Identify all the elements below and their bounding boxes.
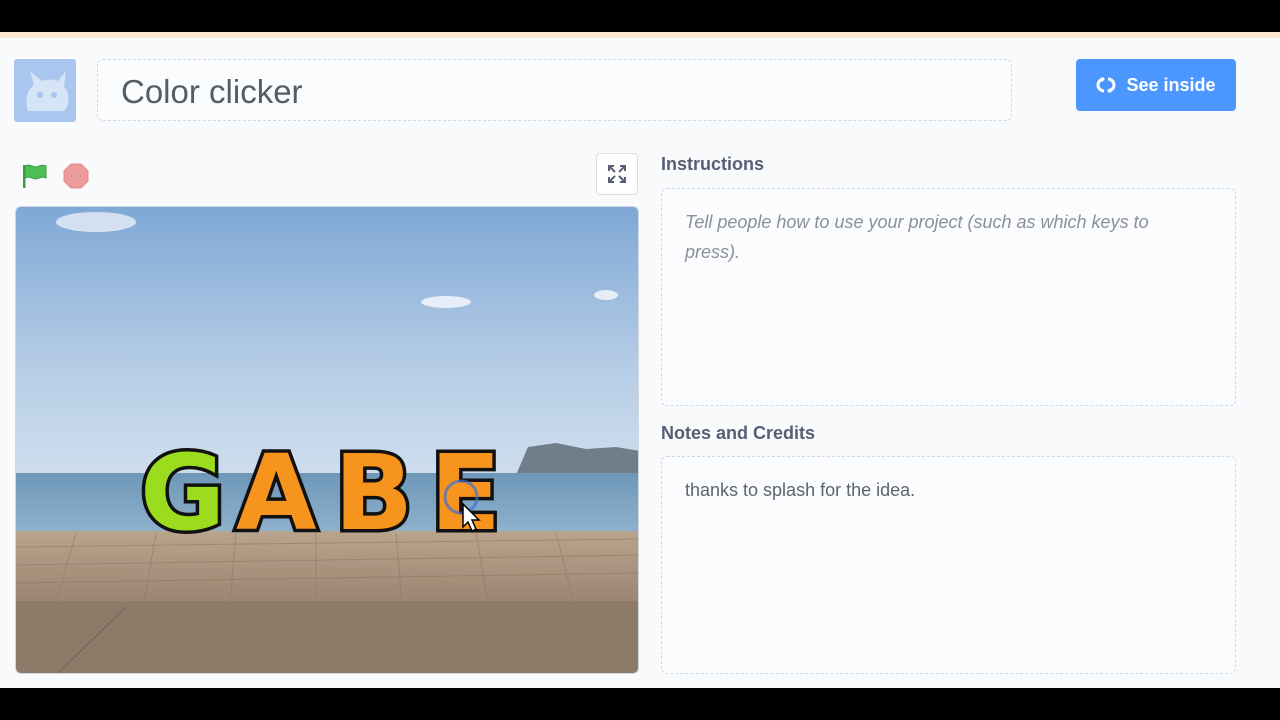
top-strip bbox=[0, 32, 1280, 38]
sea bbox=[16, 473, 638, 533]
boardwalk bbox=[16, 531, 638, 603]
notes-label: Notes and Credits bbox=[661, 423, 816, 443]
sprite-letter-e[interactable]: E bbox=[427, 429, 505, 558]
instructions-field[interactable]: Tell people how to use your project (suc… bbox=[661, 188, 1236, 406]
green-flag-icon bbox=[23, 164, 47, 188]
remix-arrows-icon bbox=[1096, 77, 1116, 93]
notes-field[interactable]: thanks to splash for the idea. bbox=[661, 456, 1236, 674]
see-inside-button[interactable]: See inside bbox=[1076, 59, 1236, 111]
stage-canvas[interactable]: G A B E bbox=[16, 207, 639, 674]
see-inside-label: See inside bbox=[1126, 74, 1216, 95]
stop-icon bbox=[63, 163, 89, 189]
stop-button[interactable] bbox=[62, 162, 90, 190]
cloud bbox=[594, 290, 618, 300]
sprite-letter-a[interactable]: A bbox=[233, 429, 321, 558]
sky bbox=[16, 207, 638, 477]
instructions-label: Instructions bbox=[661, 154, 765, 174]
project-stage[interactable]: G A B E bbox=[15, 206, 639, 674]
notes-text: thanks to splash for the idea. bbox=[685, 480, 916, 500]
project-page: Color clicker See inside G A B E Instruc… bbox=[0, 32, 1280, 688]
project-thumbnail bbox=[14, 59, 76, 122]
fullscreen-icon bbox=[608, 165, 626, 183]
project-title-field[interactable]: Color clicker bbox=[97, 59, 1012, 121]
green-flag-button[interactable] bbox=[20, 162, 48, 190]
pavement bbox=[16, 601, 638, 673]
cat-logo-icon bbox=[26, 71, 69, 111]
sprite-letter-b[interactable]: B bbox=[331, 429, 417, 558]
project-title: Color clicker bbox=[121, 73, 303, 110]
cloud bbox=[56, 212, 136, 232]
cloud bbox=[421, 296, 471, 308]
instructions-placeholder: Tell people how to use your project (suc… bbox=[685, 212, 1149, 262]
fullscreen-button[interactable] bbox=[596, 153, 638, 195]
sprite-letter-g[interactable]: G bbox=[137, 429, 229, 558]
island bbox=[516, 443, 638, 475]
